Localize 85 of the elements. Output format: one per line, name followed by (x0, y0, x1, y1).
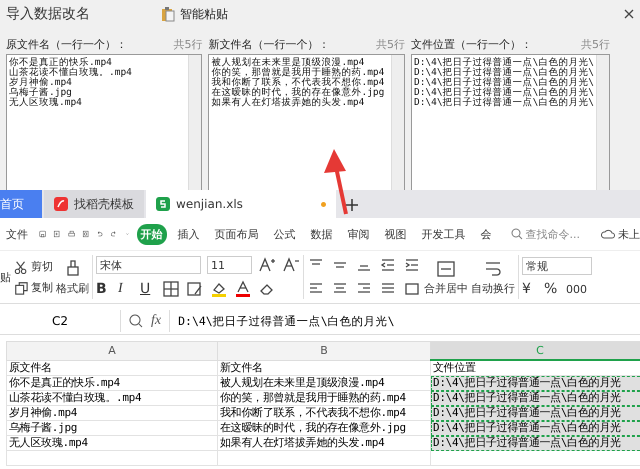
table-cell: D:\4\把日子过得普通一点\白色的月光 (430, 390, 640, 406)
zoom-icon[interactable] (129, 314, 143, 328)
cut-button[interactable]: 剪切 (14, 259, 53, 274)
file-menu[interactable]: 文件 (2, 224, 32, 244)
ribbon-tab[interactable]: 插入 (174, 224, 204, 244)
ribbon-tab[interactable]: 会 (476, 224, 496, 244)
number-format-select[interactable]: 常规 (522, 257, 592, 275)
border-icon[interactable] (162, 280, 180, 298)
text-area-content: D:\4\把日子过得普通一点\白色的月光\ D:\4\把日子过得普通一点\白色的月光\ D:\4\把日子过得普通一点\白色的月光\ D:\4\把日子过得普通一点\白色的月光\ D:\4\把日子过得普通一点\白色的月光\ (412, 56, 596, 110)
percent-button[interactable]: % (544, 281, 560, 297)
cell-reference-field[interactable]: C2 (0, 310, 121, 332)
text-area-content: 你不是真正的快乐.mp4 山茶花读不懂白玫瑰。.mp4 岁月神偷.mp4 乌梅子酱.jpg 无人区玫瑰.mp4 (8, 56, 133, 110)
close-icon[interactable] (624, 9, 634, 19)
shrink-font-icon[interactable] (282, 256, 300, 274)
format-painter-button[interactable]: 格式刷 (56, 258, 89, 296)
table-cell: 如果有人在灯塔拔弄她的头发.mp4 (218, 436, 430, 450)
plus-icon[interactable] (346, 199, 358, 211)
table-cell: D:\4\把日子过得普通一点\白色的月光 (430, 436, 640, 450)
table-cell: 新文件名 (218, 360, 430, 376)
table-cell: D:\4\把日子过得普通一点\白色的月光 (430, 420, 640, 436)
field-label: 原文件名（一行一个）： (6, 36, 127, 52)
bold-button[interactable]: B (96, 281, 112, 297)
document-tab[interactable]: wenjian.xls (146, 190, 336, 218)
formula-input[interactable]: D:\4\把日子过得普通一点\白色的月光\ (169, 310, 640, 332)
dialog-title: 导入数据改名 (6, 5, 91, 23)
field-label: 新文件名（一行一个）： (208, 36, 330, 52)
currency-button[interactable]: ¥ (522, 281, 538, 297)
clipboard-icon (160, 6, 176, 22)
column-header[interactable]: A (6, 342, 218, 360)
annotation-arrow (324, 149, 350, 215)
cloud-icon (601, 228, 616, 240)
copy-button[interactable]: 复制 (14, 280, 53, 295)
table-cell: D:\4\把日子过得普通一点\白色的月光 (430, 376, 640, 390)
ribbon-tab[interactable]: 页面布局 (210, 224, 263, 244)
table-cell: 被人规划在未来里是顶级浪漫.mp4 (218, 376, 430, 390)
text-area[interactable]: 被人规划在未来里是顶级浪漫.mp4 你的笑，那曾就是我用于睡熟的药.mp4 我和你断了联系，不代表我不想你.mp4 在这暧昧的时代，我的存在像意外.jpg 如果有人在灯塔拔弄她的头发.mp4 (208, 54, 405, 190)
table-cell: 你的笑，那曾就是我用于睡熟的药.mp4 (218, 390, 430, 406)
column-header[interactable]: B (218, 342, 430, 360)
ribbon-tab[interactable]: 审阅 (344, 224, 374, 244)
document-tab[interactable]: 找稻壳模板 (44, 190, 144, 218)
field-label: 文件位置（一行一个）： (410, 36, 532, 52)
ribbon-tab[interactable]: 视图 (380, 224, 411, 244)
cell-style-icon[interactable] (186, 280, 204, 298)
smart-paste-button[interactable]: 智能粘贴 (156, 4, 232, 24)
paste-button[interactable]: 贴 (0, 270, 11, 284)
wrap-text-button[interactable]: 自动换行 (471, 258, 515, 296)
command-search-field[interactable]: 查找命令... (510, 226, 580, 242)
table-cell: 在这暧昧的时代，我的存在像意外.jpg (218, 420, 430, 436)
text-area-content: 被人规划在未来里是顶级浪漫.mp4 你的笑，那曾就是我用于睡熟的药.mp4 我和你断了联系，不代表我不想你.mp4 在这暧昧的时代，我的存在像意外.jpg 如果有人在灯塔拔弄她的头发.mp4 (210, 56, 386, 110)
line-count: 共5行 (173, 36, 202, 52)
font-size-select[interactable]: 11 (207, 256, 252, 274)
copy-icon[interactable] (14, 280, 28, 294)
text-area[interactable]: D:\4\把日子过得普通一点\白色的月光\ D:\4\把日子过得普通一点\白色的月光\ D:\4\把日子过得普通一点\白色的月光\ D:\4\把日子过得普通一点\白色的月光\ D:\4\把日子过得普通一点\白色的月光\ (410, 54, 610, 190)
spreadsheet-icon (156, 197, 170, 211)
scissors-icon[interactable] (14, 260, 28, 274)
cloud-sync-button[interactable]: 未上 (601, 226, 640, 242)
table-cell: 你不是真正的快乐.mp4 (6, 376, 218, 390)
grow-font-icon[interactable] (258, 256, 276, 274)
table-cell: 无人区玫瑰.mp4 (6, 436, 218, 450)
text-area[interactable]: 你不是真正的快乐.mp4 山茶花读不懂白玫瑰。.mp4 岁月神偷.mp4 乌梅子酱.jpg 无人区玫瑰.mp4 (6, 54, 202, 190)
function-button[interactable]: fx (151, 313, 162, 329)
ribbon-tab[interactable]: 数据 (306, 224, 337, 244)
thousands-button[interactable]: 000 (566, 282, 587, 296)
line-count: 共5行 (581, 36, 610, 52)
merge-icon[interactable] (436, 258, 456, 278)
scrollbar[interactable] (188, 55, 202, 190)
table-cell: D:\4\把日子过得普通一点\白色的月光 (430, 406, 640, 420)
scrollbar[interactable] (390, 55, 404, 190)
merge-center-button[interactable]: 合并居中 (424, 258, 468, 296)
unsaved-dot (321, 202, 326, 206)
table-cell: 岁月神偷.mp4 (6, 406, 218, 420)
font-select[interactable]: 宋体 (96, 256, 201, 274)
table-cell: 原文件名 (6, 360, 218, 376)
table-cell: 乌梅子酱.jpg (6, 420, 218, 436)
ribbon-tab[interactable]: 公式 (270, 224, 300, 244)
table-cell: 我和你断了联系，不代表我不想你.mp4 (218, 406, 430, 420)
table-cell: 山茶花读不懂白玫瑰。.mp4 (6, 390, 218, 406)
italic-button[interactable]: I (118, 281, 134, 297)
scrollbar[interactable] (596, 55, 610, 190)
document-tab[interactable]: 首页 (0, 190, 42, 218)
line-count: 共5行 (376, 36, 405, 52)
font-color-icon[interactable] (234, 280, 252, 298)
search-icon (510, 228, 523, 240)
underline-button[interactable]: U (140, 281, 156, 297)
ribbon-tab[interactable]: 开发工具 (418, 224, 470, 244)
